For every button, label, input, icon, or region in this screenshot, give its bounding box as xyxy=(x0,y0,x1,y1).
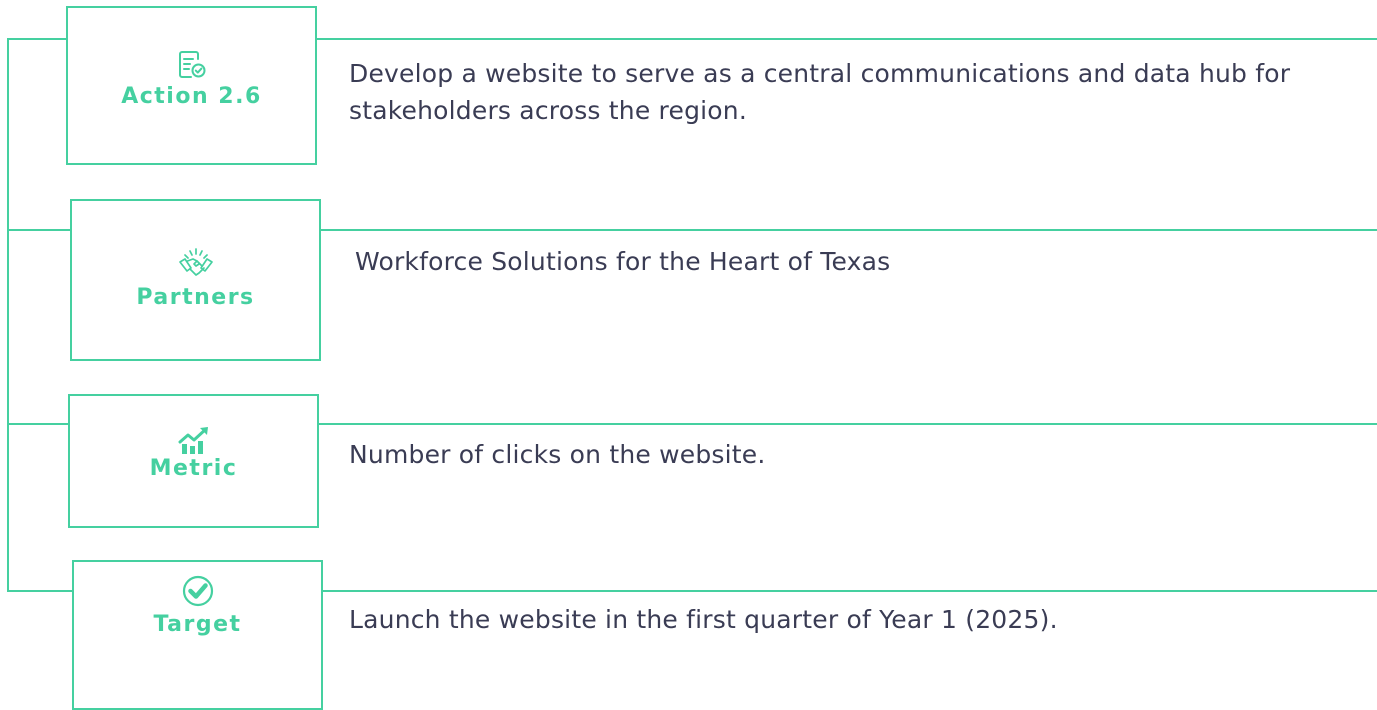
growth-chart-icon xyxy=(178,427,208,454)
handshake-icon xyxy=(178,248,213,276)
row-line-2-right xyxy=(319,229,1377,231)
partners-label-box: Partners xyxy=(70,199,321,361)
partners-label: Partners xyxy=(136,285,255,310)
left-vertical-line xyxy=(7,38,9,592)
metric-label-box: Metric xyxy=(68,394,319,528)
row-line-3-right xyxy=(317,423,1377,425)
row-line-1-left xyxy=(7,38,67,40)
target-label: Target xyxy=(153,612,242,637)
row-line-4-right xyxy=(321,590,1377,592)
checklist-icon xyxy=(178,51,205,78)
partners-description: Workforce Solutions for the Heart of Tex… xyxy=(355,247,891,276)
metric-label: Metric xyxy=(149,456,238,481)
row-line-4-left xyxy=(7,590,73,592)
action-description: Develop a website to serve as a central … xyxy=(349,59,1291,125)
row-line-3-left xyxy=(7,423,69,425)
row-line-2-left xyxy=(7,229,71,231)
action-label: Action 2.6 xyxy=(121,84,262,109)
metric-description: Number of clicks on the website. xyxy=(349,440,766,469)
target-description: Launch the website in the first quarter … xyxy=(349,605,1058,634)
target-label-box: Target xyxy=(72,560,323,710)
row-line-1-right xyxy=(315,38,1377,40)
check-circle-icon xyxy=(182,575,213,607)
action-label-box: Action 2.6 xyxy=(66,6,317,165)
